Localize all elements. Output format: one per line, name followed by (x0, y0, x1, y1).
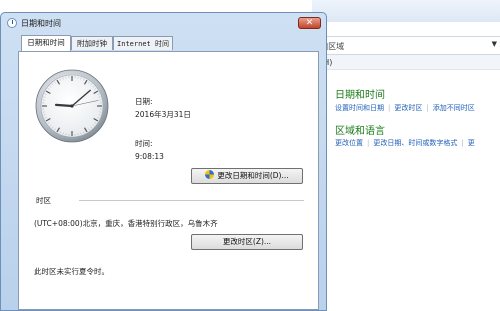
date-value: 2016年3月31日 (135, 109, 191, 120)
link-add-clocks[interactable]: 添加不同时区 (433, 104, 475, 112)
region-language-links: 更改位置|更改日期、时间或数字格式|更 (335, 138, 475, 148)
change-date-time-button[interactable]: 更改日期和时间(D)... (191, 168, 303, 184)
change-date-time-label: 更改日期和时间(D)... (217, 171, 288, 180)
change-timezone-button[interactable]: 更改时区(Z)... (191, 234, 303, 250)
uac-shield-icon (205, 170, 214, 179)
control-panel-window: ]区域 ▼ ](H) 日期和时间 设置时间和日期|更改时区|添加不同时区 区域和… (312, 22, 500, 309)
background-window-titlebar (312, 0, 500, 22)
datetime-category-links: 设置时间和日期|更改时区|添加不同时区 (335, 103, 475, 113)
link-change-formats[interactable]: 更改日期、时间或数字格式 (373, 139, 457, 147)
link-change-timezone[interactable]: 更改时区 (394, 104, 422, 112)
address-text: ]区域 (325, 41, 344, 52)
link-separator: | (384, 104, 394, 112)
link-separator: | (363, 139, 373, 147)
region-language-heading[interactable]: 区域和语言 (335, 122, 385, 137)
date-time-dialog: 日期和时间 ✕ 日期和时间 附加时钟 Internet 时间 (0, 12, 327, 311)
time-label: 时间: (135, 138, 153, 149)
tab-internet-time-label: Internet 时间 (117, 40, 169, 48)
link-separator: | (457, 139, 467, 147)
timezone-section-label: 时区 (36, 195, 51, 206)
address-bar[interactable]: ]区域 ▼ (313, 36, 500, 55)
time-value: 9:08:13 (135, 152, 164, 161)
section-divider (79, 200, 304, 201)
link-more[interactable]: 更 (468, 139, 475, 147)
clock-icon (7, 18, 17, 28)
chevron-down-icon[interactable]: ▼ (492, 40, 497, 48)
link-separator: | (422, 104, 432, 112)
tab-internet-time[interactable]: Internet 时间 (113, 36, 173, 50)
link-change-location[interactable]: 更改位置 (335, 139, 363, 147)
date-label: 日期: (135, 96, 153, 107)
datetime-category-heading[interactable]: 日期和时间 (335, 86, 385, 101)
link-set-time-date[interactable]: 设置时间和日期 (335, 104, 384, 112)
tab-panel: 日期: 2016年3月31日 时间: 9:08:13 更改日期和时间(D)...… (18, 51, 319, 310)
timezone-value: (UTC+08:00)北京，重庆，香港特别行政区，乌鲁木齐 (34, 218, 218, 229)
tab-date-time[interactable]: 日期和时间 (21, 35, 71, 51)
tab-additional-clocks[interactable]: 附加时钟 (71, 36, 113, 50)
dst-note: 此时区未实行夏令时。 (34, 266, 109, 277)
dialog-titlebar[interactable]: 日期和时间 ✕ (1, 13, 326, 33)
menu-bar: ](H) (313, 55, 500, 70)
clock-hour-hand (56, 105, 72, 106)
close-button[interactable]: ✕ (298, 17, 321, 29)
analog-clock (35, 69, 109, 143)
dialog-title: 日期和时间 (21, 18, 61, 29)
